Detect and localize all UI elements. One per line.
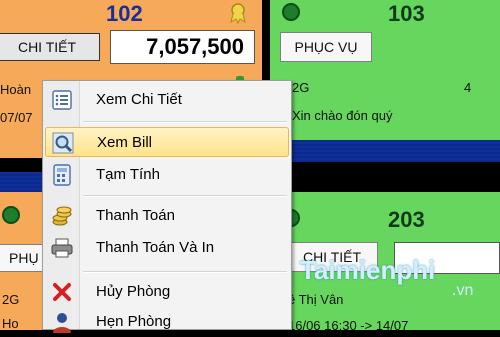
coins-icon (52, 206, 72, 226)
calculator-icon (53, 164, 71, 186)
red-x-icon (53, 283, 71, 301)
menu-item-label: Xem Chi Tiết (96, 91, 182, 108)
stay-dates: 16/06 16:30 -> 14/07 (288, 318, 409, 330)
service-button[interactable]: PHỤC VỤ (280, 32, 372, 62)
watermark-suffix: .vn (452, 282, 474, 299)
room-type: 2G (292, 80, 310, 95)
menu-separator (83, 121, 287, 123)
guest-name: Hoàn (0, 82, 32, 97)
row-highlight (268, 140, 500, 162)
greeting-text: Xin chào đón quý (292, 108, 393, 123)
room-status-icon (2, 206, 20, 224)
menu-separator (83, 195, 287, 197)
menu-item-temp-total[interactable]: Tạm Tính (45, 160, 289, 190)
room-number: 203 (388, 207, 425, 232)
room-tile-103[interactable]: 103 PHỤC VỤ 2G 4 Xin chào đón quý (270, 0, 500, 158)
guest-count: 4 (464, 80, 472, 95)
menu-item-cancel-room[interactable]: Hủy Phòng (45, 277, 289, 307)
menu-item-label: Tạm Tính (96, 166, 160, 183)
room-status-icon (282, 3, 300, 21)
room-type: 2G (2, 292, 20, 307)
menu-separator (83, 271, 287, 273)
checkin-date: 07/07 (0, 110, 33, 125)
list-icon (52, 90, 72, 110)
magnifier-icon (52, 132, 74, 154)
award-icon (230, 3, 246, 24)
menu-item-view-bill[interactable]: Xem Bill (45, 127, 289, 157)
watermark-brand: Taimienphi (300, 255, 436, 285)
menu-item-label: Hẹn Phòng (96, 313, 172, 330)
menu-item-label: Hủy Phòng (96, 283, 171, 300)
menu-item-label: Xem Bill (97, 134, 153, 151)
room-context-menu: Xem Chi Tiết Xem Bill Tạm Tính Thanh Toá… (42, 80, 292, 333)
menu-item-label: Thanh Toán (96, 207, 175, 224)
menu-item-reserve-room[interactable]: Hẹn Phòng (45, 307, 289, 337)
room-number: 103 (388, 1, 425, 26)
room-number: 102 (106, 1, 143, 26)
menu-item-view-detail[interactable]: Xem Chi Tiết (45, 85, 289, 115)
guest-name: ê Thị Vân (288, 292, 344, 307)
menu-item-checkout-print[interactable]: Thanh Toán Và In (45, 233, 289, 263)
detail-button[interactable]: CHI TIẾT (0, 33, 100, 61)
menu-item-label: Thanh Toán Và In (96, 239, 215, 256)
room-amount: 7,057,500 (110, 30, 255, 64)
printer-icon (51, 238, 73, 258)
menu-item-checkout[interactable]: Thanh Toán (45, 201, 289, 231)
guest-name: Ho (2, 316, 19, 330)
